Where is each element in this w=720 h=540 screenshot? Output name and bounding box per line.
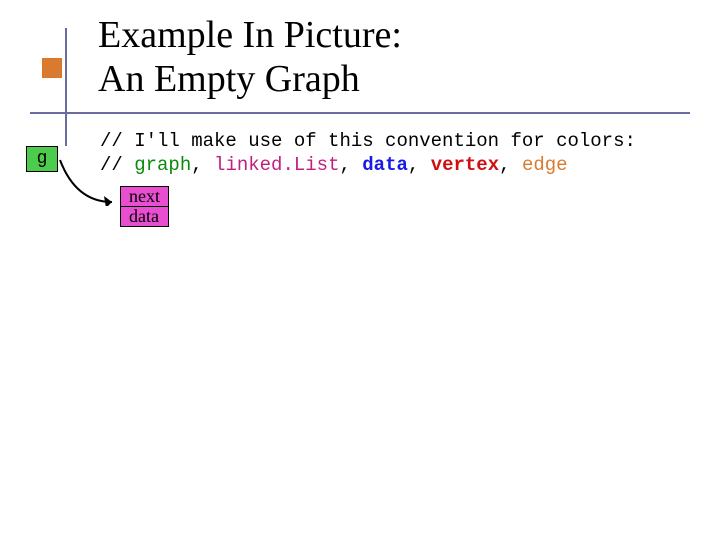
linkedlist-node-box: next data bbox=[120, 186, 169, 227]
slide-accent-square bbox=[42, 58, 62, 78]
token-edge: edge bbox=[522, 154, 568, 176]
slide-title: Example In Picture: An Empty Graph bbox=[98, 14, 402, 101]
decorative-vertical-line bbox=[65, 28, 67, 146]
node-data-cell: data bbox=[121, 207, 168, 226]
title-line-2: An Empty Graph bbox=[98, 58, 402, 102]
code-line-2: // graph, linked.List, data, vertex, edg… bbox=[100, 154, 636, 178]
token-data: data bbox=[362, 154, 408, 176]
graph-variable-box: g bbox=[26, 146, 58, 172]
code-comment-block: // I'll make use of this convention for … bbox=[100, 130, 636, 178]
code-line-1: // I'll make use of this convention for … bbox=[100, 130, 636, 154]
token-graph: graph bbox=[134, 154, 191, 176]
token-linkedlist: linked.List bbox=[214, 154, 339, 176]
token-vertex: vertex bbox=[431, 154, 499, 176]
title-line-1: Example In Picture: bbox=[98, 14, 402, 58]
node-next-cell: next bbox=[121, 187, 168, 207]
decorative-horizontal-line bbox=[30, 112, 690, 114]
